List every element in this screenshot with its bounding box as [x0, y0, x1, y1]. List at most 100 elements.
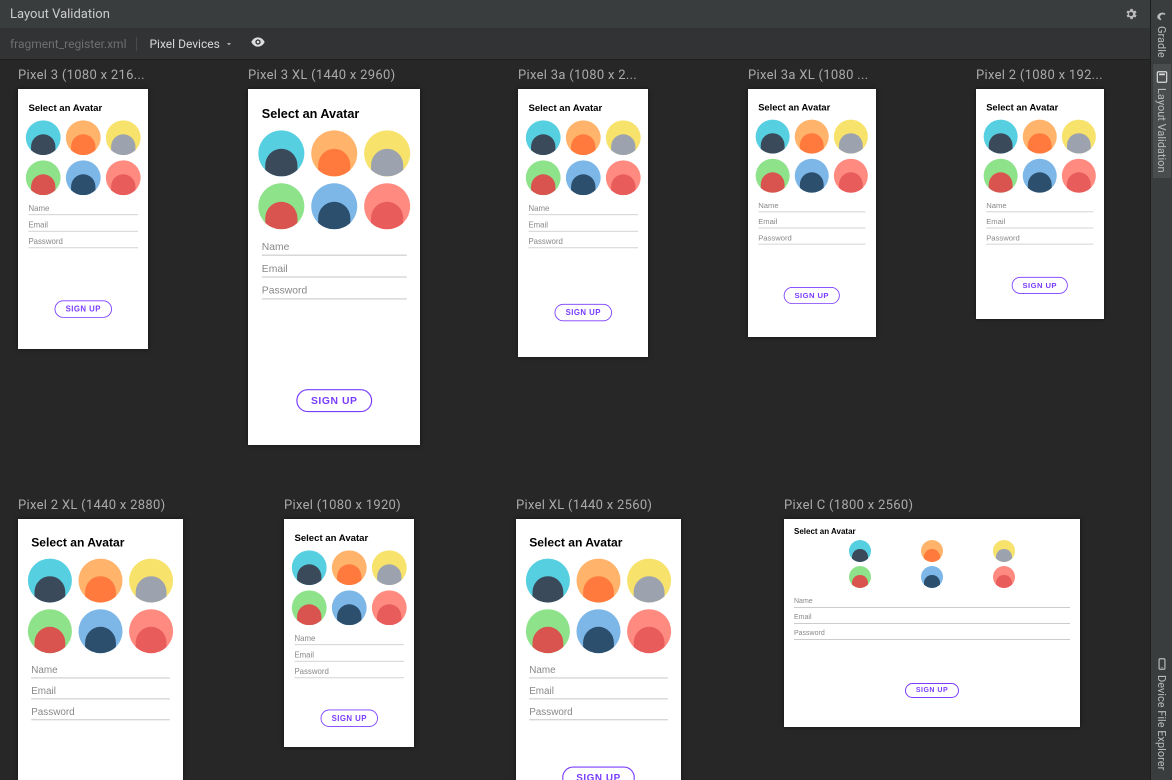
email-field[interactable]: Email: [31, 679, 170, 700]
avatar-option[interactable]: [28, 559, 72, 603]
avatar-option[interactable]: [106, 120, 141, 155]
password-field[interactable]: Password: [794, 624, 1070, 640]
avatar-option[interactable]: [1062, 120, 1096, 154]
signup-button[interactable]: SIGN UP: [562, 767, 635, 780]
email-field[interactable]: Email: [28, 215, 138, 232]
avatar-option[interactable]: [292, 550, 327, 585]
avatar-option[interactable]: [921, 566, 943, 588]
avatar-option[interactable]: [26, 120, 61, 155]
avatar-option[interactable]: [79, 559, 123, 603]
avatar-option[interactable]: [526, 160, 561, 195]
avatar-option[interactable]: [526, 609, 570, 653]
name-field[interactable]: Name: [262, 234, 407, 256]
avatar-option[interactable]: [526, 559, 570, 603]
visibility-toggle[interactable]: [250, 34, 266, 53]
avatar-option[interactable]: [756, 159, 790, 193]
device-pixelxl[interactable]: Pixel XL (1440 x 2560) Select an Avatar …: [516, 498, 696, 780]
avatar-option[interactable]: [1023, 120, 1057, 154]
preview-canvas[interactable]: Pixel 3 (1080 x 216... Select an Avatar …: [0, 60, 1150, 780]
password-field[interactable]: Password: [758, 228, 865, 244]
avatar-option[interactable]: [795, 120, 829, 154]
device-pixel2xl[interactable]: Pixel 2 XL (1440 x 2880) Select an Avata…: [18, 498, 198, 780]
email-field[interactable]: Email: [529, 679, 668, 700]
avatar-option[interactable]: [526, 120, 561, 155]
name-field[interactable]: Name: [758, 196, 865, 212]
avatar-option[interactable]: [834, 120, 868, 154]
avatar-option[interactable]: [292, 590, 327, 625]
avatar-option[interactable]: [849, 566, 871, 588]
name-field[interactable]: Name: [528, 199, 638, 216]
avatar-option[interactable]: [849, 540, 871, 562]
avatar-option[interactable]: [26, 160, 61, 195]
name-field[interactable]: Name: [529, 658, 668, 679]
signup-button[interactable]: SIGN UP: [554, 304, 612, 321]
password-field[interactable]: Password: [262, 278, 407, 300]
avatar-option[interactable]: [993, 566, 1015, 588]
tool-window-layout-validation[interactable]: Layout Validation: [1153, 64, 1171, 179]
password-field[interactable]: Password: [31, 699, 170, 720]
name-field[interactable]: Name: [794, 592, 1070, 608]
password-field[interactable]: Password: [28, 232, 138, 249]
email-field[interactable]: Email: [294, 645, 404, 662]
device-pixel3a[interactable]: Pixel 3a (1080 x 2... Select an Avatar N…: [518, 68, 663, 357]
device-set-dropdown[interactable]: Pixel Devices: [149, 37, 233, 51]
avatar-option[interactable]: [311, 183, 357, 229]
tool-window-device-file-explorer[interactable]: Device File Explorer: [1153, 651, 1171, 776]
signup-button[interactable]: SIGN UP: [54, 300, 112, 317]
avatar-option[interactable]: [993, 540, 1015, 562]
signup-button[interactable]: SIGN UP: [1011, 277, 1068, 294]
device-pixel3xl[interactable]: Pixel 3 XL (1440 x 2960) Select an Avata…: [248, 68, 436, 445]
avatar-option[interactable]: [66, 120, 101, 155]
avatar-option[interactable]: [79, 609, 123, 653]
avatar-option[interactable]: [372, 590, 407, 625]
email-field[interactable]: Email: [262, 256, 407, 278]
avatar-option[interactable]: [566, 120, 601, 155]
avatar-option[interactable]: [372, 550, 407, 585]
password-field[interactable]: Password: [986, 228, 1093, 244]
settings-button[interactable]: [1124, 7, 1138, 21]
avatar-option[interactable]: [984, 159, 1018, 193]
avatar-option[interactable]: [606, 120, 641, 155]
avatar-option[interactable]: [1023, 159, 1057, 193]
password-field[interactable]: Password: [294, 662, 404, 679]
avatar-option[interactable]: [258, 183, 304, 229]
signup-button[interactable]: SIGN UP: [783, 287, 840, 304]
avatar-option[interactable]: [332, 550, 367, 585]
avatar-option[interactable]: [66, 160, 101, 195]
avatar-option[interactable]: [795, 159, 829, 193]
avatar-option[interactable]: [364, 183, 410, 229]
signup-button[interactable]: SIGN UP: [320, 710, 378, 727]
avatar-option[interactable]: [129, 559, 173, 603]
email-field[interactable]: Email: [528, 215, 638, 232]
avatar-option[interactable]: [106, 160, 141, 195]
device-pixel3axl[interactable]: Pixel 3a XL (1080 ... Select an Avatar N…: [748, 68, 893, 337]
device-pixelc[interactable]: Pixel C (1800 x 2560) Select an Avatar N…: [784, 498, 1094, 727]
avatar-option[interactable]: [566, 160, 601, 195]
avatar-option[interactable]: [627, 559, 671, 603]
email-field[interactable]: Email: [986, 212, 1093, 228]
device-pixel[interactable]: Pixel (1080 x 1920) Select an Avatar Nam…: [284, 498, 429, 747]
signup-button[interactable]: SIGN UP: [296, 389, 372, 412]
avatar-option[interactable]: [627, 609, 671, 653]
avatar-option[interactable]: [258, 130, 304, 176]
avatar-option[interactable]: [756, 120, 790, 154]
signup-button[interactable]: SIGN UP: [905, 683, 959, 698]
avatar-option[interactable]: [577, 609, 621, 653]
avatar-option[interactable]: [311, 130, 357, 176]
avatar-option[interactable]: [606, 160, 641, 195]
avatar-option[interactable]: [834, 159, 868, 193]
avatar-option[interactable]: [28, 609, 72, 653]
device-pixel3[interactable]: Pixel 3 (1080 x 216... Select an Avatar …: [18, 68, 163, 349]
avatar-option[interactable]: [1062, 159, 1096, 193]
tool-window-gradle[interactable]: Gradle: [1153, 2, 1171, 64]
password-field[interactable]: Password: [528, 232, 638, 249]
email-field[interactable]: Email: [794, 608, 1070, 624]
name-field[interactable]: Name: [31, 658, 170, 679]
avatar-option[interactable]: [332, 590, 367, 625]
avatar-option[interactable]: [129, 609, 173, 653]
avatar-option[interactable]: [921, 540, 943, 562]
email-field[interactable]: Email: [758, 212, 865, 228]
avatar-option[interactable]: [577, 559, 621, 603]
name-field[interactable]: Name: [294, 629, 404, 646]
name-field[interactable]: Name: [986, 196, 1093, 212]
